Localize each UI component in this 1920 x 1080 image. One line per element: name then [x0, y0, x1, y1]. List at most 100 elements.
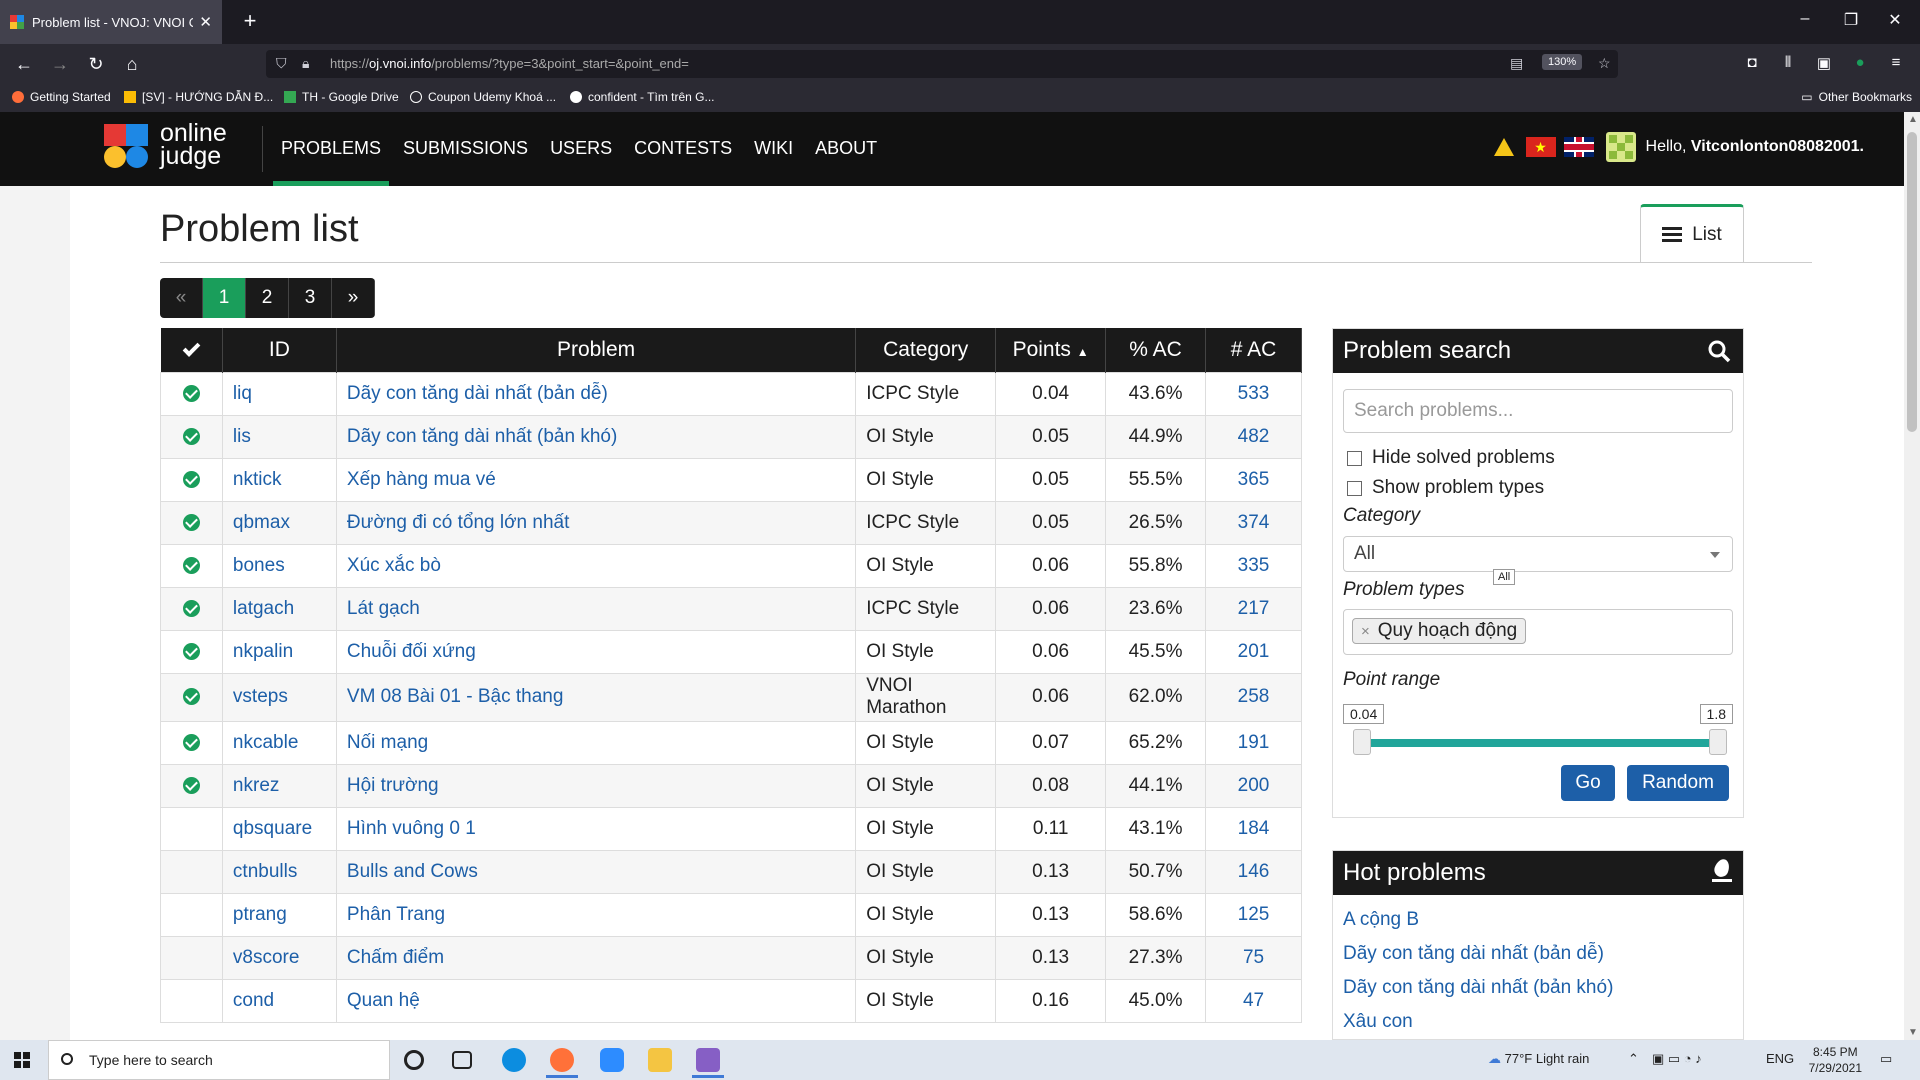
zoom-app-icon[interactable]: [600, 1048, 624, 1072]
problem-name-link[interactable]: VM 08 Bài 01 - Bậc thang: [335, 672, 857, 722]
shield-icon[interactable]: ⛉: [276, 55, 287, 72]
problem-name-link[interactable]: Dãy con tăng dài nhất (bản khó): [335, 414, 857, 459]
visual-studio-icon[interactable]: [692, 1048, 724, 1078]
url-text[interactable]: https://oj.vnoi.info/problems/?type=3&po…: [330, 56, 689, 71]
scrollbar-thumb[interactable]: [1907, 132, 1917, 432]
problem-ac-count-link[interactable]: 374: [1205, 500, 1302, 545]
tray-chevron-icon[interactable]: ⌃: [1628, 1051, 1639, 1067]
problem-ac-count-link[interactable]: 47: [1205, 978, 1302, 1023]
list-tab[interactable]: List: [1640, 204, 1744, 262]
reader-view-icon[interactable]: ▤: [1510, 55, 1523, 72]
problem-id-link[interactable]: v8score: [221, 935, 337, 980]
bookmark-item[interactable]: confident - Tìm trên G...: [570, 90, 715, 104]
bookmark-star-icon[interactable]: ☆: [1598, 55, 1611, 72]
problem-ac-count-link[interactable]: 258: [1205, 672, 1302, 722]
problem-id-link[interactable]: qbsquare: [221, 806, 337, 851]
problem-id-link[interactable]: bones: [221, 543, 337, 588]
problem-name-link[interactable]: Hội trường: [335, 763, 857, 808]
problem-name-link[interactable]: Dãy con tăng dài nhất (bản dễ): [335, 371, 857, 416]
problem-id-link[interactable]: nktick: [221, 457, 337, 502]
problem-ac-count-link[interactable]: 184: [1205, 806, 1302, 851]
num-ac-column-header[interactable]: # AC: [1205, 328, 1302, 372]
problem-ac-count-link[interactable]: 482: [1205, 414, 1302, 459]
problem-name-link[interactable]: Bulls and Cows: [335, 849, 857, 894]
browser-tab[interactable]: Problem list - VNOJ: VNOI Onlin ✕: [0, 0, 222, 44]
problem-name-link[interactable]: Xếp hàng mua vé: [335, 457, 857, 502]
new-tab-icon[interactable]: +: [236, 8, 264, 34]
problem-id-link[interactable]: vsteps: [221, 672, 337, 722]
problem-ac-count-link[interactable]: 201: [1205, 629, 1302, 674]
range-min-handle[interactable]: [1353, 729, 1371, 755]
close-tab-icon[interactable]: ✕: [199, 13, 212, 31]
grammarly-icon[interactable]: ●: [1848, 54, 1872, 71]
hot-problem-link[interactable]: Dãy con tăng dài nhất (bản khó): [1343, 971, 1733, 1005]
solved-column-header[interactable]: [160, 328, 223, 372]
checkbox-icon[interactable]: [1347, 450, 1362, 466]
weather-widget[interactable]: ☁ 77°F Light rain: [1488, 1051, 1589, 1067]
page-scrollbar[interactable]: ▲ ▼: [1904, 112, 1920, 1040]
other-bookmarks[interactable]: ▭ Other Bookmarks: [1801, 90, 1912, 104]
bookmark-item[interactable]: TH - Google Drive: [284, 90, 399, 104]
nav-wiki[interactable]: WIKI: [743, 112, 804, 186]
problem-id-link[interactable]: nkrez: [221, 763, 337, 808]
zoom-level[interactable]: 130%: [1542, 54, 1583, 70]
problem-ac-count-link[interactable]: 533: [1205, 371, 1302, 416]
problem-name-link[interactable]: Xúc xắc bò: [335, 543, 857, 588]
edge-icon[interactable]: [502, 1048, 526, 1072]
problem-column-header[interactable]: Problem: [336, 328, 857, 372]
pager-page-3[interactable]: 3: [289, 278, 332, 318]
problem-ac-count-link[interactable]: 200: [1205, 763, 1302, 808]
hot-problem-link[interactable]: A cộng B: [1343, 903, 1733, 937]
problem-ac-count-link[interactable]: 75: [1205, 935, 1302, 980]
points-column-header[interactable]: Points ▲: [995, 328, 1107, 372]
problem-ac-count-link[interactable]: 191: [1205, 720, 1302, 765]
problem-types-select[interactable]: × Quy hoạch động: [1343, 609, 1733, 655]
bookmark-item[interactable]: Getting Started: [12, 90, 111, 104]
problem-ac-count-link[interactable]: 217: [1205, 586, 1302, 631]
category-select[interactable]: All: [1343, 536, 1733, 572]
pager-prev[interactable]: «: [160, 278, 203, 318]
lock-icon[interactable]: 🔒︎: [302, 55, 309, 72]
warning-icon[interactable]: [1493, 138, 1514, 156]
problem-id-link[interactable]: cond: [221, 978, 337, 1023]
search-icon[interactable]: [1707, 339, 1731, 370]
scroll-up-icon[interactable]: ▲: [1908, 114, 1918, 125]
bookmark-item[interactable]: Coupon Udemy Khoá ...: [410, 90, 556, 104]
remove-tag-icon[interactable]: ×: [1361, 623, 1370, 640]
menu-icon[interactable]: ≡: [1884, 54, 1908, 71]
problem-id-link[interactable]: qbmax: [221, 500, 337, 545]
cortana-icon[interactable]: [404, 1050, 424, 1070]
problem-name-link[interactable]: Nối mạng: [335, 720, 857, 765]
hide-solved-checkbox[interactable]: Hide solved problems: [1347, 447, 1555, 469]
range-max-handle[interactable]: [1709, 729, 1727, 755]
nav-users[interactable]: USERS: [539, 112, 623, 186]
point-range-slider[interactable]: [1363, 739, 1719, 747]
problem-id-link[interactable]: liq: [221, 371, 337, 416]
taskbar-clock[interactable]: 8:45 PM 7/29/2021: [1809, 1044, 1862, 1076]
problem-name-link[interactable]: Lát gạch: [335, 586, 857, 631]
home-icon[interactable]: ⌂: [118, 52, 146, 76]
pct-ac-column-header[interactable]: % AC: [1105, 328, 1207, 372]
problem-id-link[interactable]: nkpalin: [221, 629, 337, 674]
hot-problem-link[interactable]: Dãy con tăng dài nhất (bản dễ): [1343, 937, 1733, 971]
problem-name-link[interactable]: Phân Trang: [335, 892, 857, 937]
windows-start-icon[interactable]: [14, 1052, 30, 1068]
nav-problems[interactable]: PROBLEMS: [270, 112, 392, 186]
minimize-icon[interactable]: –: [1790, 10, 1820, 28]
logo-icon[interactable]: [104, 124, 150, 170]
pager-page-2[interactable]: 2: [246, 278, 289, 318]
uk-flag-icon[interactable]: [1563, 137, 1594, 157]
problem-ac-count-link[interactable]: 365: [1205, 457, 1302, 502]
back-icon[interactable]: ←: [10, 52, 38, 76]
problem-name-link[interactable]: Chấm điểm: [335, 935, 857, 980]
scroll-down-icon[interactable]: ▼: [1908, 1027, 1918, 1038]
reload-icon[interactable]: ↻: [82, 52, 110, 76]
nav-contests[interactable]: CONTESTS: [623, 112, 743, 186]
problem-id-link[interactable]: lis: [221, 414, 337, 459]
nav-about[interactable]: ABOUT: [804, 112, 888, 186]
problem-id-link[interactable]: nkcable: [221, 720, 337, 765]
user-greeting[interactable]: Hello, Vitconlonton08082001.: [1646, 138, 1864, 156]
pager-next[interactable]: »: [332, 278, 375, 318]
library-icon[interactable]: ⫴: [1776, 54, 1800, 71]
checkbox-icon[interactable]: [1347, 480, 1362, 496]
